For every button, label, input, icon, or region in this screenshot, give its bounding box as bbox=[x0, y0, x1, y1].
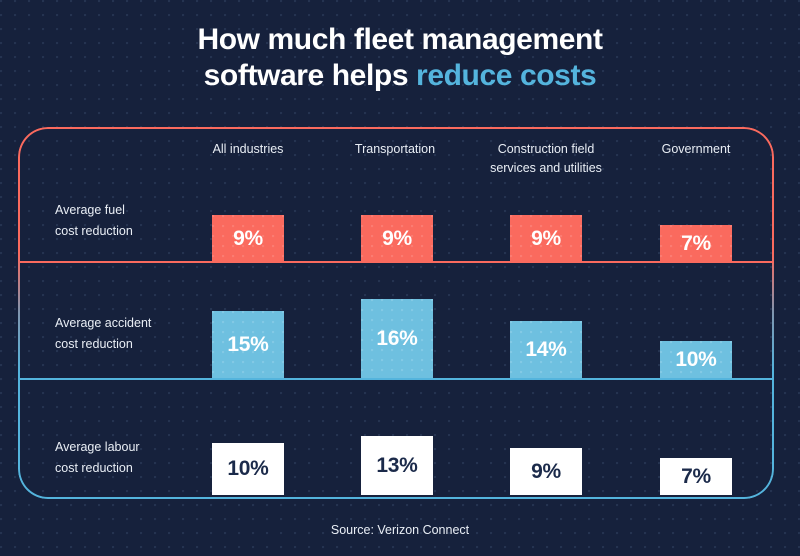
source-caption: Source: Verizon Connect bbox=[330, 523, 470, 537]
baseline-fuel-row bbox=[20, 261, 774, 263]
bar-fuel-all-industries: 9% bbox=[212, 215, 284, 262]
bar-value-label: 15% bbox=[227, 332, 269, 356]
bar-value-label: 10% bbox=[227, 457, 269, 480]
bar-value-label: 7% bbox=[681, 464, 711, 488]
bar-value-label: 16% bbox=[376, 326, 418, 350]
column-header-government: Government bbox=[637, 140, 755, 159]
bar-labour-government: 7% bbox=[660, 458, 732, 495]
bar-labour-transportation: 13% bbox=[361, 436, 433, 495]
bar-accident-transportation: 16% bbox=[361, 299, 433, 378]
chart-plot-area: All industries Transportation Constructi… bbox=[0, 0, 800, 556]
bar-value-label: 9% bbox=[531, 459, 561, 483]
baseline-accident-row bbox=[20, 378, 774, 380]
bar-fuel-construction: 9% bbox=[510, 215, 582, 262]
bar-value-label: 9% bbox=[382, 226, 412, 250]
column-header-transportation: Transportation bbox=[336, 140, 454, 159]
bar-accident-construction: 14% bbox=[510, 321, 582, 378]
bar-fuel-government: 7% bbox=[660, 225, 732, 262]
bar-value-label: 9% bbox=[531, 226, 561, 250]
row-label-line-2: cost reduction bbox=[55, 461, 133, 475]
bar-accident-all-industries: 15% bbox=[212, 311, 284, 378]
bar-labour-construction: 9% bbox=[510, 448, 582, 495]
bar-value-label: 13% bbox=[376, 453, 418, 477]
column-header-all-industries: All industries bbox=[189, 140, 307, 159]
row-label-line-1: Average fuel bbox=[55, 203, 125, 217]
row-label-line-2: cost reduction bbox=[55, 337, 133, 351]
row-label-average-accident-cost-reduction: Average accident cost reduction bbox=[55, 313, 215, 355]
row-label-line-1: Average accident bbox=[55, 316, 152, 330]
row-label-average-fuel-cost-reduction: Average fuel cost reduction bbox=[55, 200, 205, 242]
column-header-line-1: Government bbox=[661, 142, 731, 156]
bar-value-label: 14% bbox=[525, 337, 567, 361]
bar-accident-government: 10% bbox=[660, 341, 732, 378]
bar-labour-all-industries: 10% bbox=[212, 443, 284, 495]
row-label-line-1: Average labour bbox=[55, 440, 140, 454]
column-header-line-1: Construction field bbox=[497, 142, 595, 156]
column-header-line-2: services and utilities bbox=[490, 161, 602, 175]
row-label-line-2: cost reduction bbox=[55, 224, 133, 238]
bar-value-label: 7% bbox=[681, 231, 711, 255]
bar-value-label: 10% bbox=[675, 347, 717, 371]
column-header-line-1: Transportation bbox=[354, 142, 436, 156]
row-label-average-labour-cost-reduction: Average labour cost reduction bbox=[55, 437, 215, 479]
column-header-line-1: All industries bbox=[212, 142, 284, 156]
column-header-construction-field-services-and-utilities: Construction field services and utilitie… bbox=[472, 140, 620, 178]
bar-value-label: 9% bbox=[233, 226, 263, 250]
bar-fuel-transportation: 9% bbox=[361, 215, 433, 262]
